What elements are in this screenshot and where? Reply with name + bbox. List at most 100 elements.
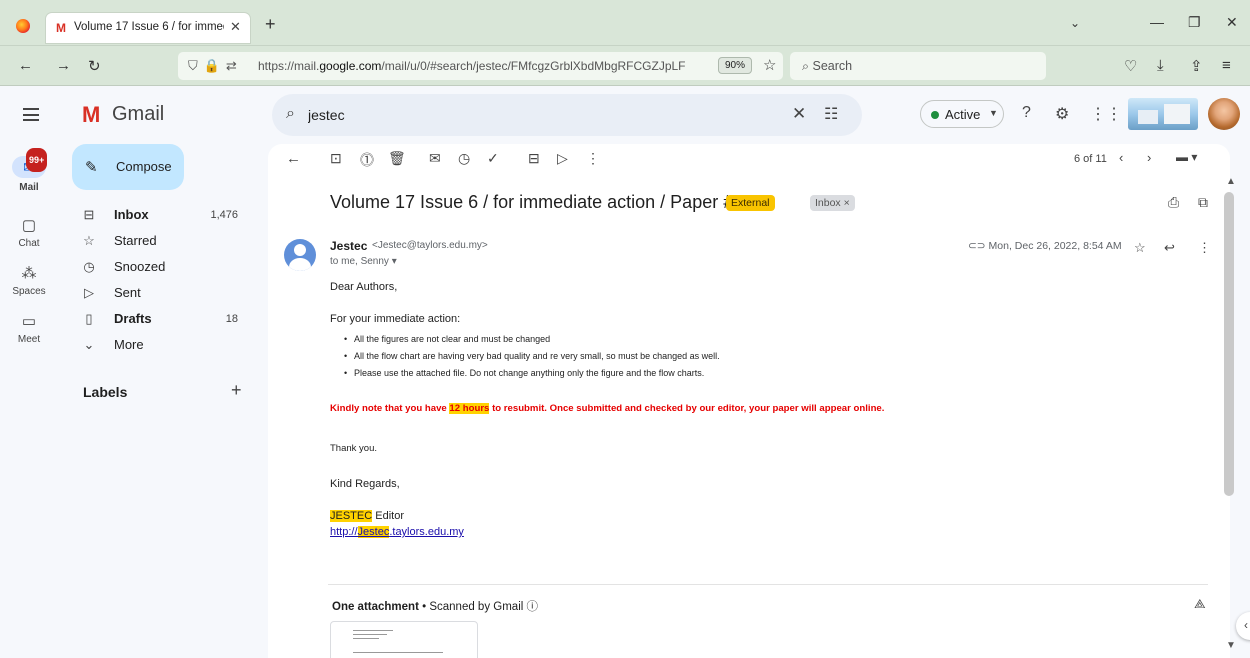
rail-item-mail[interactable]: ✉99+ Mail: [0, 148, 58, 193]
add-to-tasks-icon[interactable]: ✓: [487, 150, 499, 167]
chevron-down-icon: ▼: [989, 108, 998, 118]
browser-search-placeholder: ⌕ Search: [802, 59, 853, 73]
scrollbar-thumb[interactable]: [1224, 192, 1234, 496]
tab-title: Volume 17 Issue 6 / for immedia: [74, 21, 224, 33]
rail-label: Mail: [19, 182, 39, 193]
deadline-notice: Kindly note that you have 12 hours to re…: [330, 403, 885, 414]
tab-list-chevron-icon[interactable]: ⌄: [1070, 16, 1080, 30]
folder-label: More: [114, 337, 144, 352]
sender-name[interactable]: Jestec: [330, 239, 367, 253]
site-security-icons[interactable]: ⛉🔒⇄: [188, 58, 243, 74]
pocket-icon[interactable]: ♡: [1124, 57, 1137, 75]
move-to-icon[interactable]: ⊟: [528, 150, 540, 167]
archive-icon[interactable]: ⊡: [330, 150, 342, 167]
forward-icon[interactable]: →: [56, 57, 71, 74]
mark-unread-icon[interactable]: ✉: [429, 150, 441, 167]
star-message-icon[interactable]: ☆: [1134, 240, 1146, 256]
folder-count: 1,476: [210, 209, 238, 221]
input-tools-icon[interactable]: ▬ ▾: [1176, 150, 1197, 164]
main-menu-icon[interactable]: [23, 108, 39, 121]
clear-search-icon[interactable]: ✕: [792, 104, 806, 124]
folder-sent[interactable]: ▷ Sent: [72, 281, 262, 305]
download-icon[interactable]: ⤓: [1157, 57, 1164, 74]
help-icon[interactable]: ?: [1022, 104, 1031, 122]
chevron-down-icon: ⌄: [83, 337, 95, 352]
snooze-icon[interactable]: ◷: [458, 150, 470, 167]
browser-tab-active[interactable]: M Volume 17 Issue 6 / for immedia ✕: [46, 13, 250, 43]
status-button[interactable]: Active ▼: [920, 100, 1004, 128]
scroll-up-icon[interactable]: ▲: [1226, 176, 1236, 187]
message-more-icon[interactable]: ⋮: [1198, 240, 1211, 256]
report-spam-icon[interactable]: ⓵: [360, 150, 374, 170]
add-to-drive-icon[interactable]: ⟁: [1194, 596, 1206, 612]
url-field[interactable]: ⛉🔒⇄ https://mail.google.com/mail/u/0/#se…: [178, 52, 783, 80]
zoom-level[interactable]: 90%: [718, 57, 753, 74]
reply-icon[interactable]: ↩: [1164, 240, 1175, 256]
folder-label: Inbox: [114, 207, 149, 222]
gmail-wordmark[interactable]: Gmail: [112, 103, 164, 126]
sender-avatar[interactable]: [284, 239, 316, 271]
compose-button[interactable]: ✎ Compose: [72, 144, 184, 190]
side-panel-toggle-icon[interactable]: ‹: [1236, 612, 1250, 640]
menu-icon[interactable]: ≡: [1222, 57, 1231, 74]
share-icon[interactable]: ⇪: [1190, 57, 1203, 75]
attachment-divider: [328, 584, 1208, 585]
rail-item-meet[interactable]: ▭ Meet: [0, 312, 58, 345]
folder-label: Drafts: [114, 311, 152, 326]
mail-search-bar[interactable]: ⌕ ✕ ☷: [272, 94, 862, 136]
inbox-icon: ⊟: [83, 207, 95, 222]
account-avatar[interactable]: [1208, 98, 1240, 130]
print-icon[interactable]: ⎙: [1168, 194, 1179, 211]
close-window-icon[interactable]: ✕: [1226, 14, 1238, 31]
sender-email: <Jestec@taylors.edu.my>: [372, 240, 488, 251]
folder-label: Sent: [114, 285, 141, 300]
message-date: ⊂⊃ Mon, Dec 26, 2022, 8:54 AM: [968, 240, 1122, 252]
search-icon[interactable]: ⌕: [286, 105, 295, 123]
folder-inbox[interactable]: ⊟ Inbox 1,476: [72, 203, 262, 227]
signature-name: JESTEC Editor: [330, 510, 404, 522]
email-thanks: Thank you.: [330, 443, 377, 454]
scroll-down-icon[interactable]: ▼: [1226, 640, 1236, 651]
restore-icon[interactable]: ❐: [1188, 14, 1201, 31]
apps-grid-icon[interactable]: ⋮⋮: [1090, 104, 1122, 124]
draft-icon: ▯: [85, 311, 93, 326]
pencil-icon: ✎: [85, 159, 98, 176]
older-chevron-icon[interactable]: ›: [1147, 150, 1151, 165]
reload-icon[interactable]: ↻: [88, 57, 101, 75]
tab-close-icon[interactable]: ✕: [230, 19, 241, 35]
recipients-line[interactable]: to me, Senny ▾: [330, 256, 397, 267]
label-icon[interactable]: ▷: [557, 150, 568, 167]
url-text[interactable]: https://mail.google.com/mail/u/0/#search…: [258, 59, 698, 73]
folder-more[interactable]: ⌄ More: [72, 333, 262, 357]
search-options-icon[interactable]: ☷: [824, 104, 838, 124]
rail-item-spaces[interactable]: ⁂ Spaces: [0, 264, 58, 297]
folder-starred[interactable]: ☆ Starred: [72, 229, 262, 253]
list-item: All the flow chart are having very bad q…: [330, 348, 720, 365]
unread-badge: 99+: [26, 148, 48, 172]
signature-link[interactable]: http://Jestec.taylors.edu.my: [330, 526, 464, 538]
gmail-logo-icon[interactable]: M: [82, 102, 100, 128]
back-to-search-icon[interactable]: ←: [286, 150, 301, 167]
back-icon[interactable]: ←: [18, 57, 33, 74]
folder-snoozed[interactable]: ◷ Snoozed: [72, 255, 262, 279]
labels-heading: Labels: [83, 384, 128, 400]
settings-gear-icon[interactable]: ⚙: [1055, 104, 1069, 124]
folder-drafts[interactable]: ▯ Drafts 18: [72, 307, 262, 331]
attachment-thumbnail[interactable]: [330, 621, 478, 658]
browser-search-field[interactable]: ⌕ Search: [790, 52, 1046, 80]
more-actions-icon[interactable]: ⋮: [586, 150, 600, 167]
search-input[interactable]: [308, 105, 748, 125]
new-tab-button[interactable]: +: [265, 14, 276, 35]
deadline-highlight: 12 hours: [449, 403, 490, 414]
folder-label: Snoozed: [114, 259, 166, 274]
organization-logo-image[interactable]: [1128, 98, 1198, 130]
inbox-label-chip[interactable]: Inbox ×: [810, 195, 855, 211]
bookmark-star-icon[interactable]: ☆: [763, 56, 776, 74]
firefox-logo-icon[interactable]: [16, 19, 30, 33]
add-label-icon[interactable]: +: [231, 380, 242, 401]
delete-icon[interactable]: 🗑: [388, 150, 406, 167]
rail-item-chat[interactable]: ▢ Chat: [0, 216, 58, 249]
open-new-window-icon[interactable]: ⧉: [1198, 194, 1208, 211]
minimize-icon[interactable]: —: [1150, 14, 1164, 30]
newer-chevron-icon[interactable]: ‹: [1119, 150, 1123, 165]
